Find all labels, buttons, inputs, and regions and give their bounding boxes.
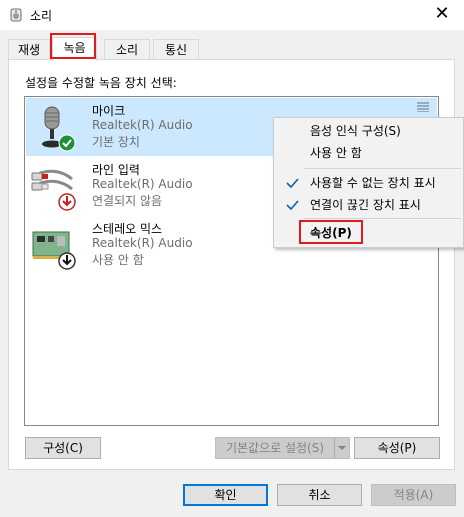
instruction-label: 설정을 수정할 녹음 장치 선택: xyxy=(25,76,177,90)
tab-playback[interactable]: 재생 xyxy=(8,39,50,60)
tab-recording[interactable]: 녹음 xyxy=(52,37,97,61)
menu-item-label: 음성 인식 구성(S) xyxy=(310,124,401,138)
chevron-down-icon xyxy=(338,446,346,450)
menu-item-voice-recognition[interactable]: 음성 인식 구성(S) xyxy=(274,120,463,142)
device-driver: Realtek(R) Audio xyxy=(92,118,193,132)
tab-communications[interactable]: 통신 xyxy=(153,39,199,60)
sound-card-icon xyxy=(32,231,76,270)
configure-button[interactable]: 구성(C) xyxy=(25,437,101,459)
cancel-button[interactable]: 취소 xyxy=(277,484,362,506)
tab-sounds[interactable]: 소리 xyxy=(104,39,150,60)
device-status: 기본 장치 xyxy=(92,135,140,149)
set-default-dropdown[interactable] xyxy=(334,437,350,459)
close-icon[interactable]: ✕ xyxy=(430,3,454,25)
set-default-button[interactable]: 기본값으로 설정(S) xyxy=(215,437,335,459)
properties-button[interactable]: 속성(P) xyxy=(354,437,440,459)
menu-item-properties[interactable]: 속성(P) xyxy=(274,222,463,244)
device-name: 마이크 xyxy=(92,104,126,118)
checkmark-icon xyxy=(286,178,299,189)
menu-separator xyxy=(304,218,461,219)
device-status: 사용 안 함 xyxy=(92,253,144,267)
context-menu: 음성 인식 구성(S) 사용 안 함 사용할 수 없는 장치 표시 연결이 끊긴… xyxy=(273,117,464,248)
menu-item-show-disabled-devices[interactable]: 사용할 수 없는 장치 표시 xyxy=(274,172,463,194)
menu-separator xyxy=(304,168,461,169)
menu-item-label: 속성(P) xyxy=(310,226,352,240)
menu-item-show-disconnected-devices[interactable]: 연결이 끊긴 장치 표시 xyxy=(274,194,463,216)
level-meter-icon xyxy=(417,102,429,112)
device-name: 스테레오 믹스 xyxy=(92,222,163,236)
device-status: 연결되지 않음 xyxy=(92,194,163,208)
window-title: 소리 xyxy=(30,9,53,23)
device-driver: Realtek(R) Audio xyxy=(92,236,193,250)
microphone-icon xyxy=(42,106,76,152)
ok-button[interactable]: 확인 xyxy=(183,484,268,506)
speaker-icon xyxy=(10,8,22,22)
menu-item-disable[interactable]: 사용 안 함 xyxy=(274,142,463,164)
line-in-cable-icon xyxy=(31,169,76,211)
checkmark-icon xyxy=(286,200,299,211)
menu-item-label: 사용할 수 없는 장치 표시 xyxy=(310,176,436,190)
title-bar: 소리 ✕ xyxy=(0,0,464,30)
device-driver: Realtek(R) Audio xyxy=(92,177,193,191)
device-name: 라인 입력 xyxy=(92,163,140,177)
menu-item-label: 연결이 끊긴 장치 표시 xyxy=(310,198,421,212)
menu-item-label: 사용 안 함 xyxy=(310,146,362,160)
apply-button[interactable]: 적용(A) xyxy=(371,484,456,506)
